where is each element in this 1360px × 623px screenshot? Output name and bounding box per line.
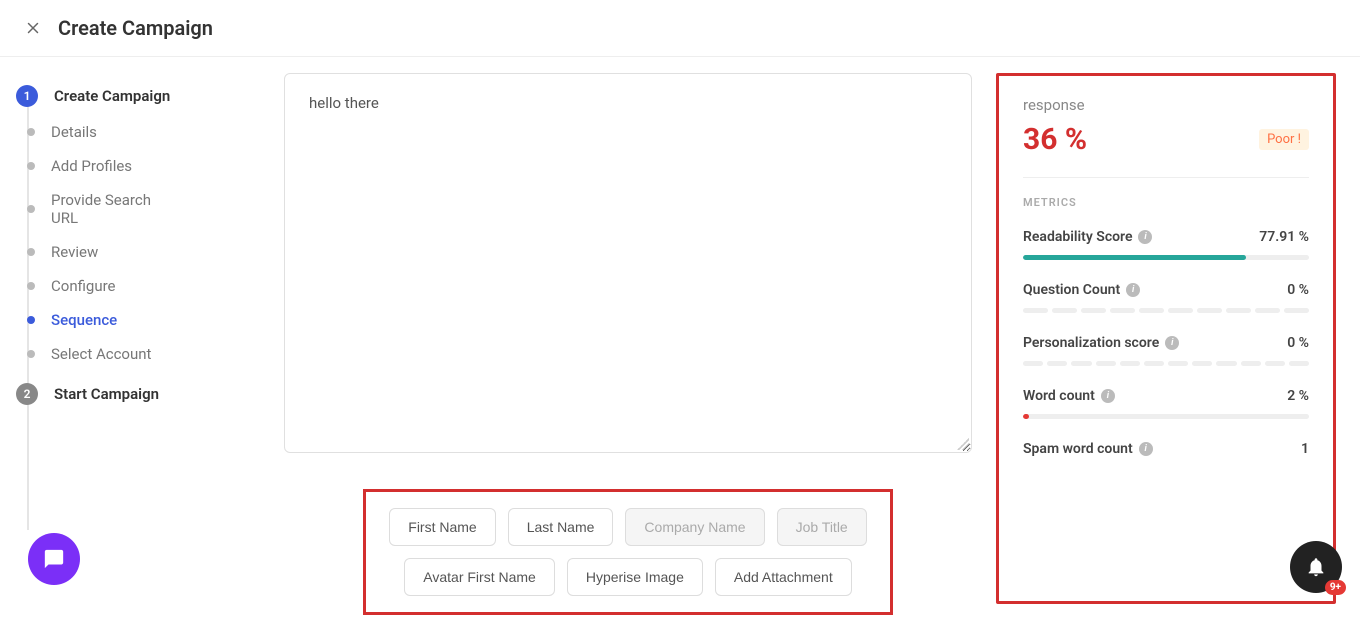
token-first-name[interactable]: First Name — [389, 508, 495, 546]
header: Create Campaign — [0, 0, 1360, 57]
progress-fill — [1023, 414, 1029, 419]
segment-bar — [1023, 308, 1309, 313]
step-create-campaign[interactable]: 1 Create Campaign — [20, 85, 240, 107]
substep-provide-search-url[interactable]: Provide Search URL — [24, 191, 240, 227]
page-title: Create Campaign — [58, 16, 213, 40]
segment-bar — [1023, 361, 1309, 366]
dot-icon — [27, 205, 35, 213]
token-avatar-first-name[interactable]: Avatar First Name — [404, 558, 555, 596]
step-label: Add Profiles — [51, 157, 132, 175]
token-hyperise-image[interactable]: Hyperise Image — [567, 558, 703, 596]
metric-readability: Readability Score i 77.91 % — [1023, 229, 1309, 260]
step-label: Review — [51, 243, 98, 261]
chat-icon — [43, 548, 65, 570]
editor-text: hello there — [309, 94, 379, 112]
metric-word-count: Word count i 2 % — [1023, 388, 1309, 419]
substep-details[interactable]: Details — [24, 123, 240, 141]
dot-icon — [27, 282, 35, 290]
substep-review[interactable]: Review — [24, 243, 240, 261]
metric-label: Personalization score — [1023, 335, 1159, 351]
dot-icon — [27, 350, 35, 358]
progress-fill — [1023, 255, 1246, 260]
response-row: 36 % Poor ! — [1023, 122, 1309, 157]
metrics-panel: response 36 % Poor ! METRICS Readability… — [996, 73, 1336, 604]
metric-spam-word-count: Spam word count i 1 — [1023, 441, 1309, 457]
step-label: Create Campaign — [54, 87, 170, 105]
token-company-name: Company Name — [625, 508, 764, 546]
substep-select-account[interactable]: Select Account — [24, 345, 240, 363]
message-editor[interactable]: hello there — [284, 73, 972, 453]
token-buttons-container: First Name Last Name Company Name Job Ti… — [363, 489, 893, 615]
metrics-title: METRICS — [1023, 196, 1309, 209]
info-icon[interactable]: i — [1126, 283, 1140, 297]
step-label: Sequence — [51, 311, 117, 329]
dot-icon — [27, 316, 35, 324]
token-job-title: Job Title — [777, 508, 867, 546]
dot-icon — [27, 248, 35, 256]
step-label: Provide Search URL — [51, 191, 171, 227]
info-icon[interactable]: i — [1138, 230, 1152, 244]
metric-personalization: Personalization score i 0 % — [1023, 335, 1309, 366]
step-label: Start Campaign — [54, 385, 159, 403]
response-label: response — [1023, 96, 1309, 114]
metric-value: 0 % — [1287, 335, 1309, 351]
metric-label: Question Count — [1023, 282, 1120, 298]
metric-label: Readability Score — [1023, 229, 1132, 245]
metric-label: Spam word count — [1023, 441, 1133, 457]
metric-value: 0 % — [1287, 282, 1309, 298]
metric-value: 2 % — [1287, 388, 1309, 404]
step-label: Details — [51, 123, 97, 141]
token-add-attachment[interactable]: Add Attachment — [715, 558, 852, 596]
main-layout: 1 Create Campaign Details Add Profiles P… — [0, 57, 1360, 620]
close-icon[interactable] — [24, 19, 42, 37]
progress-bar — [1023, 255, 1309, 260]
dot-icon — [27, 128, 35, 136]
metric-question-count: Question Count i 0 % — [1023, 282, 1309, 313]
response-badge: Poor ! — [1259, 129, 1309, 150]
notifications-button[interactable]: 9+ — [1290, 541, 1342, 593]
content-area: hello there First Name Last Name Company… — [260, 57, 1360, 620]
metric-label: Word count — [1023, 388, 1095, 404]
step-number-icon: 1 — [16, 85, 38, 107]
dot-icon — [27, 162, 35, 170]
chat-button[interactable] — [28, 533, 80, 585]
metric-value: 1 — [1301, 441, 1309, 457]
notification-badge: 9+ — [1325, 580, 1346, 595]
substep-sequence[interactable]: Sequence — [24, 311, 240, 329]
step-label: Configure — [51, 277, 116, 295]
token-last-name[interactable]: Last Name — [508, 508, 614, 546]
info-icon[interactable]: i — [1165, 336, 1179, 350]
response-percentage: 36 % — [1023, 122, 1087, 157]
info-icon[interactable]: i — [1139, 442, 1153, 456]
metric-value: 77.91 % — [1259, 229, 1309, 245]
sidebar: 1 Create Campaign Details Add Profiles P… — [0, 57, 260, 620]
step-number-icon: 2 — [16, 383, 38, 405]
substep-configure[interactable]: Configure — [24, 277, 240, 295]
substep-add-profiles[interactable]: Add Profiles — [24, 157, 240, 175]
bell-icon — [1305, 556, 1327, 578]
step-start-campaign[interactable]: 2 Start Campaign — [20, 383, 240, 405]
info-icon[interactable]: i — [1101, 389, 1115, 403]
divider — [1023, 177, 1309, 178]
progress-bar — [1023, 414, 1309, 419]
editor-column: hello there First Name Last Name Company… — [284, 73, 972, 604]
step-label: Select Account — [51, 345, 151, 363]
